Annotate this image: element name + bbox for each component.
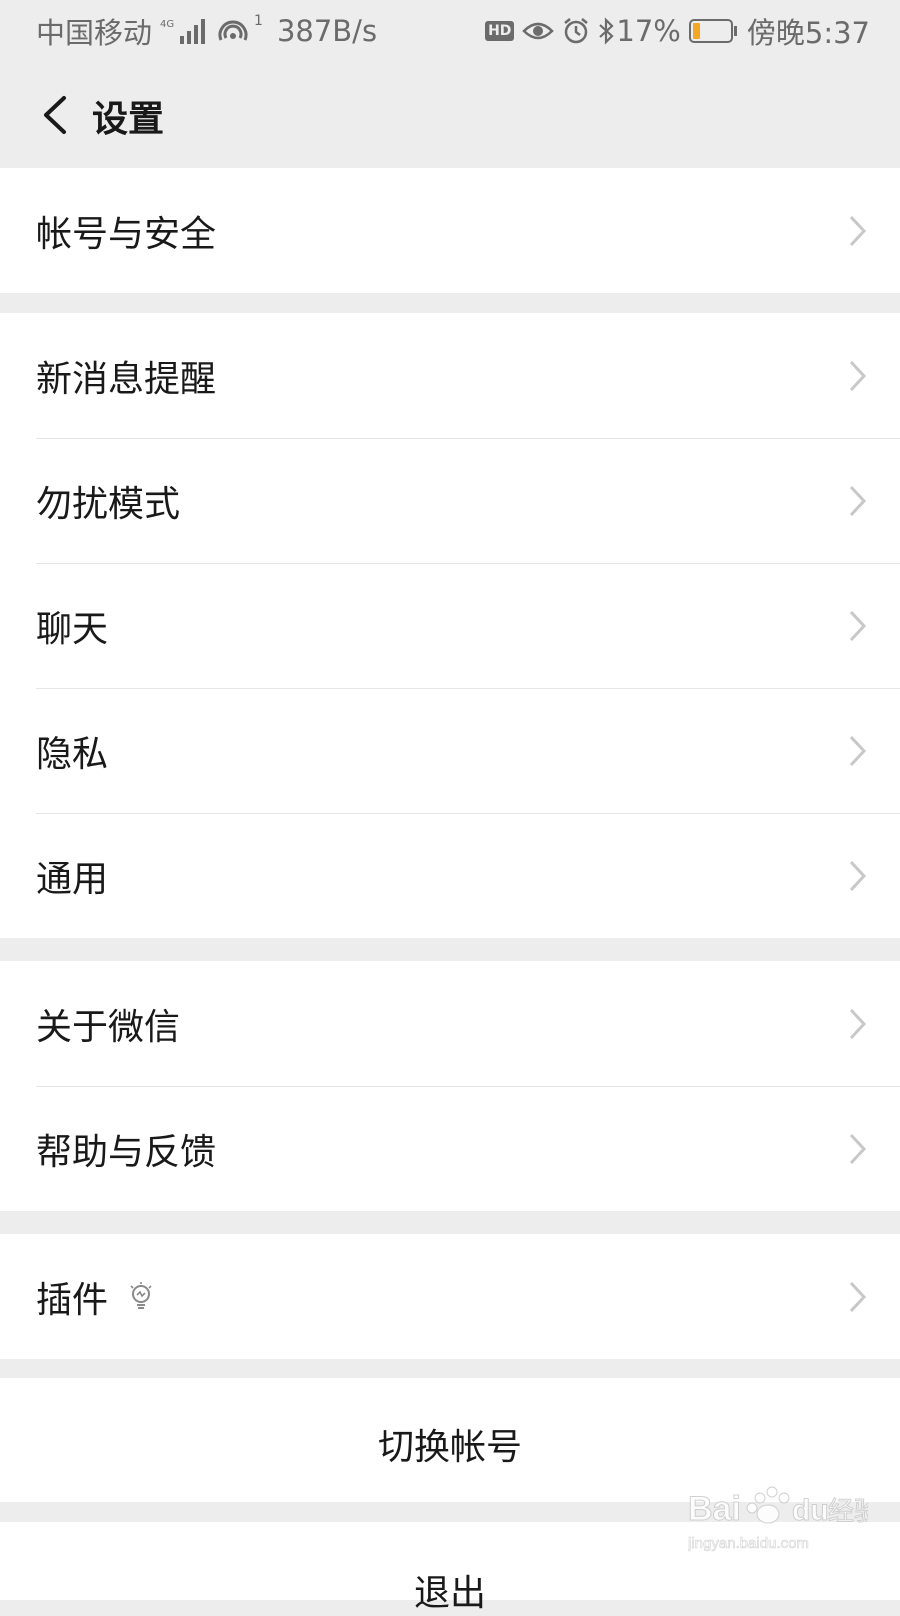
chevron-right-icon bbox=[849, 860, 867, 892]
chevron-right-icon bbox=[849, 360, 867, 392]
nav-bar: 设置 bbox=[0, 62, 900, 168]
svg-text:Bai: Bai bbox=[688, 1490, 741, 1528]
back-button[interactable] bbox=[24, 84, 86, 146]
chevron-right-icon bbox=[849, 215, 867, 247]
alarm-icon bbox=[562, 17, 590, 45]
settings-item-do-not-disturb[interactable]: 勿扰模式 bbox=[0, 438, 900, 563]
back-arrow-icon bbox=[44, 96, 66, 134]
hotspot-count: 1 bbox=[254, 13, 263, 29]
settings-group-about: 关于微信 帮助与反馈 bbox=[0, 961, 900, 1211]
chevron-right-icon bbox=[849, 485, 867, 517]
settings-item-general[interactable]: 通用 bbox=[0, 813, 900, 938]
switch-account-label: 切换帐号 bbox=[377, 1427, 522, 1468]
bluetooth-icon bbox=[598, 17, 614, 45]
baidu-jingyan-watermark: Bai du 经验 jingyan.baidu.com bbox=[688, 1486, 868, 1552]
hotspot-icon: 1 bbox=[218, 13, 263, 46]
settings-item-label: 关于微信 bbox=[36, 1006, 181, 1048]
eye-comfort-icon bbox=[522, 19, 555, 43]
settings-item-label: 帮助与反馈 bbox=[36, 1131, 217, 1173]
settings-item-label: 隐私 bbox=[36, 733, 109, 775]
hd-icon: HD bbox=[485, 21, 515, 41]
page-title: 设置 bbox=[92, 99, 165, 140]
chevron-right-icon bbox=[849, 1008, 867, 1040]
chevron-right-icon bbox=[849, 735, 867, 767]
settings-item-label: 聊天 bbox=[36, 608, 109, 650]
svg-text:du: du bbox=[792, 1494, 829, 1527]
settings-item-label: 通用 bbox=[36, 858, 109, 900]
clock-time: 傍晚5:37 bbox=[746, 16, 870, 50]
network-speed: 387B/s bbox=[276, 14, 378, 48]
settings-item-label: 勿扰模式 bbox=[36, 483, 181, 525]
settings-item-label: 帐号与安全 bbox=[36, 213, 217, 255]
settings-item-notifications[interactable]: 新消息提醒 bbox=[0, 313, 900, 438]
settings-item-plugins[interactable]: 插件 bbox=[0, 1234, 900, 1359]
battery-percent: 17% bbox=[616, 14, 681, 48]
settings-item-label: 插件 bbox=[36, 1279, 109, 1321]
settings-group-main: 新消息提醒 勿扰模式 聊天 隐私 通用 bbox=[0, 313, 900, 938]
svg-text:jingyan.baidu.com: jingyan.baidu.com bbox=[688, 1535, 809, 1552]
battery-icon bbox=[688, 18, 739, 44]
settings-group-account: 帐号与安全 bbox=[0, 168, 900, 293]
logout-label: 退出 bbox=[413, 1573, 486, 1614]
settings-item-chat[interactable]: 聊天 bbox=[0, 563, 900, 688]
settings-group-plugins: 插件 bbox=[0, 1234, 900, 1359]
network-type: 4G bbox=[160, 19, 174, 30]
settings-item-help-feedback[interactable]: 帮助与反馈 bbox=[0, 1086, 900, 1211]
carrier-name: 中国移动 bbox=[36, 16, 153, 50]
status-bar: 中国移动 4G 1 387B/s HD 17% 傍晚5:37 bbox=[0, 0, 900, 62]
settings-item-account-security[interactable]: 帐号与安全 bbox=[0, 168, 900, 293]
signal-icon: 4G bbox=[160, 16, 210, 46]
chevron-right-icon bbox=[849, 610, 867, 642]
lightbulb-icon bbox=[130, 1282, 152, 1309]
settings-item-about-wechat[interactable]: 关于微信 bbox=[0, 961, 900, 1086]
settings-item-label: 新消息提醒 bbox=[36, 358, 217, 400]
svg-text:经验: 经验 bbox=[828, 1497, 868, 1527]
chevron-right-icon bbox=[849, 1281, 867, 1313]
settings-item-privacy[interactable]: 隐私 bbox=[0, 688, 900, 813]
chevron-right-icon bbox=[849, 1133, 867, 1165]
